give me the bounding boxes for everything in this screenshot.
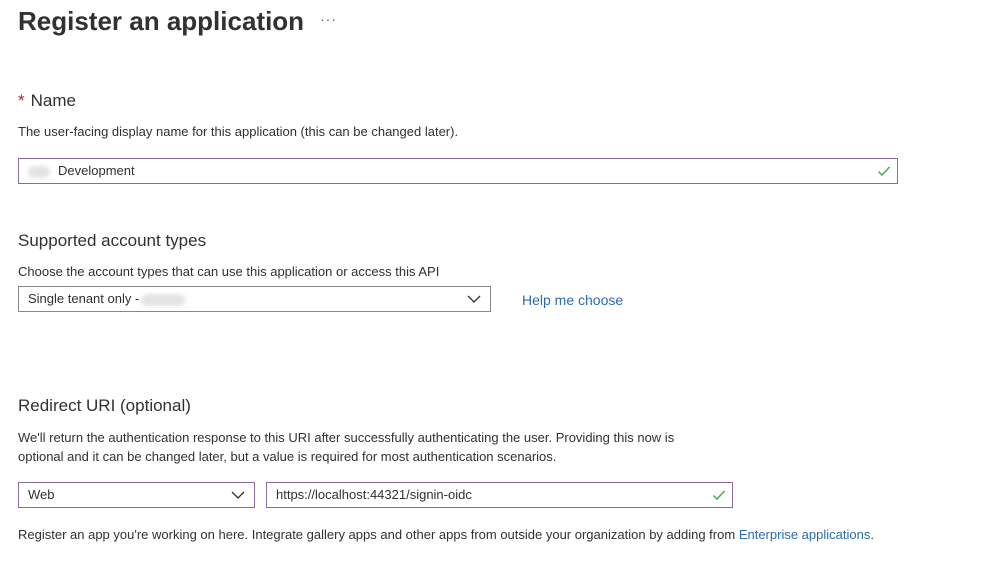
name-input-value: Development: [58, 163, 135, 178]
redacted-text: [141, 293, 186, 306]
chevron-down-icon: [467, 295, 481, 303]
enterprise-applications-link[interactable]: Enterprise applications: [739, 527, 871, 542]
required-marker: *: [18, 91, 25, 110]
name-description: The user-facing display name for this ap…: [18, 124, 459, 139]
account-types-description: Choose the account types that can use th…: [18, 264, 440, 279]
footer-suffix: .: [870, 527, 874, 542]
redirect-uri-title: Redirect URI (optional): [18, 396, 191, 415]
platform-dropdown[interactable]: Web: [18, 482, 255, 508]
name-label: Name: [30, 91, 76, 110]
page-title: Register an application: [18, 6, 305, 36]
check-icon: [712, 490, 726, 501]
platform-selected: Web: [28, 487, 55, 502]
ellipsis-icon[interactable]: ···: [320, 12, 337, 26]
footer-note: Register an app you're working on here. …: [18, 526, 874, 544]
redacted-text: [28, 165, 50, 178]
footer-text: Register an app you're working on here. …: [18, 527, 736, 542]
redirect-uri-description-line1: We'll return the authentication response…: [18, 430, 675, 445]
account-type-selected: Single tenant only -: [28, 291, 140, 306]
check-icon: [877, 166, 891, 177]
help-me-choose-link[interactable]: Help me choose: [522, 291, 623, 309]
redirect-uri-input[interactable]: https://localhost:44321/signin-oidc: [266, 482, 733, 508]
redirect-uri-value: https://localhost:44321/signin-oidc: [276, 487, 472, 502]
redirect-uri-description-line2: optional and it can be changed later, bu…: [18, 449, 557, 464]
account-types-title: Supported account types: [18, 231, 207, 250]
account-type-dropdown[interactable]: Single tenant only -: [18, 286, 491, 312]
chevron-down-icon: [231, 491, 245, 499]
name-section-title: * Name: [18, 90, 76, 112]
name-input[interactable]: Development: [18, 158, 898, 184]
